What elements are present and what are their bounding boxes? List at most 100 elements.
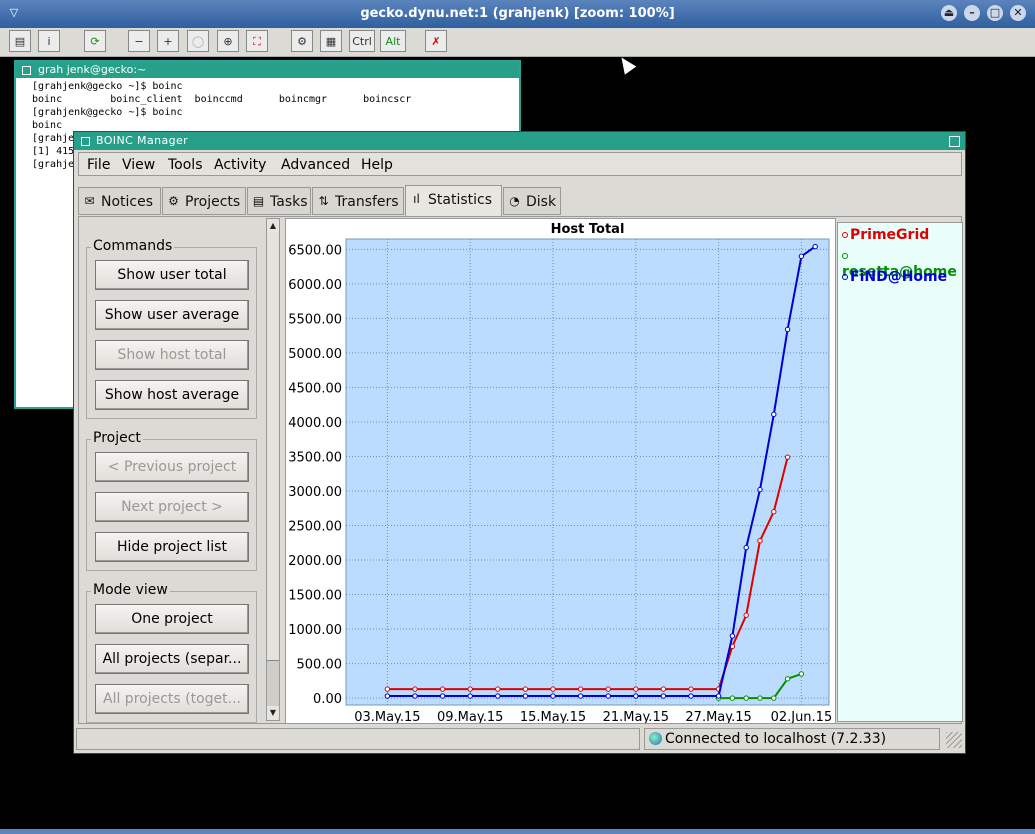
- show-user-average-button[interactable]: Show user average: [95, 300, 249, 330]
- data-point: [784, 326, 791, 333]
- close-icon[interactable]: ✕: [1010, 5, 1026, 21]
- data-point: [633, 686, 639, 692]
- status-bar: Connected to localhost (7.2.33): [76, 728, 964, 752]
- info-icon[interactable]: i: [38, 30, 60, 52]
- menu-file[interactable]: File: [87, 157, 110, 173]
- terminal-line: [grahjenk@gecko ~]$ boinc: [32, 107, 183, 118]
- one-project-button[interactable]: One project: [95, 604, 249, 634]
- zoom-out-icon[interactable]: −: [128, 30, 150, 52]
- all-projects-together-button[interactable]: All projects (toget...: [95, 684, 249, 714]
- data-point: [577, 693, 584, 699]
- all-projects-separate-button[interactable]: All projects (separ...: [95, 644, 249, 674]
- next-project-button[interactable]: Next project >: [95, 492, 249, 522]
- refresh-icon[interactable]: ⟳: [84, 30, 106, 52]
- tab-label: Tasks: [270, 194, 308, 210]
- legend-marker: [842, 253, 848, 259]
- data-point: [688, 693, 694, 699]
- connection-status: Connected to localhost (7.2.33): [644, 728, 940, 750]
- y-tick-label: 4000.00: [288, 416, 342, 431]
- tab-disk[interactable]: ◔ Disk: [503, 187, 561, 215]
- data-point: [757, 486, 763, 493]
- data-point: [439, 686, 446, 692]
- maximize-icon[interactable]: □: [987, 5, 1003, 21]
- tab-tasks[interactable]: ▤ Tasks: [247, 187, 311, 215]
- data-point: [729, 633, 736, 639]
- bar-chart-icon: ıl: [413, 192, 420, 206]
- clipboard-icon[interactable]: ▤: [9, 30, 31, 52]
- alt-key-button[interactable]: Alt: [380, 30, 406, 52]
- menu-advanced[interactable]: Advanced: [281, 157, 350, 173]
- zoom-in-icon[interactable]: +: [157, 30, 179, 52]
- x-tick-label: 09.May.15: [437, 710, 503, 723]
- zoom-reset-icon[interactable]: ◯: [187, 30, 209, 52]
- menu-tools[interactable]: Tools: [168, 157, 203, 173]
- data-point: [715, 693, 722, 699]
- options-icon[interactable]: ⚙: [291, 30, 313, 52]
- project-group: Project < Previous project Next project …: [86, 430, 257, 571]
- legend-item-primegrid[interactable]: PrimeGrid: [842, 227, 929, 243]
- boinc-title-bar[interactable]: BOINC Manager: [74, 132, 965, 150]
- tab-statistics[interactable]: ıl Statistics: [405, 185, 502, 216]
- data-point: [605, 686, 611, 692]
- chart-legend: PrimeGrid rosetta@home FiND@Home: [837, 222, 963, 722]
- menu-view[interactable]: View: [122, 157, 155, 173]
- data-point: [577, 686, 584, 692]
- data-point: [495, 686, 501, 692]
- envelope-icon: ✉: [84, 194, 95, 208]
- vnc-bottom-border: [0, 829, 1035, 834]
- menu-bar: File View Tools Activity Advanced Help: [78, 152, 962, 176]
- show-user-total-button[interactable]: Show user total: [95, 260, 249, 290]
- data-point: [412, 693, 418, 699]
- hide-project-list-button[interactable]: Hide project list: [95, 532, 249, 562]
- fullscreen-icon[interactable]: ⛶: [246, 30, 268, 52]
- x-tick-label: 15.May.15: [520, 710, 586, 723]
- show-host-total-button[interactable]: Show host total: [95, 340, 249, 370]
- y-tick-label: 0.00: [313, 692, 342, 707]
- document-icon: ▤: [252, 194, 265, 208]
- mode-view-label: Mode view: [91, 582, 170, 598]
- tab-notices[interactable]: ✉ Notices: [78, 187, 161, 215]
- scroll-up-icon[interactable]: ▲: [267, 219, 279, 233]
- ctrl-key-button[interactable]: Ctrl: [349, 30, 375, 52]
- legend-item-find[interactable]: FiND@Home: [842, 269, 947, 285]
- x-tick-label: 21.May.15: [603, 710, 669, 723]
- maximize-icon[interactable]: [949, 136, 960, 147]
- tab-transfers[interactable]: ⇅ Transfers: [312, 187, 404, 215]
- scroll-thumb[interactable]: [267, 233, 279, 661]
- y-tick-label: 6500.00: [288, 243, 342, 258]
- y-tick-label: 5500.00: [288, 312, 342, 327]
- disconnect-icon[interactable]: ✗: [425, 30, 447, 52]
- resize-grip-icon[interactable]: [946, 732, 962, 748]
- terminal-line: [grahjenk@gecko ~]$ boinc: [32, 81, 183, 92]
- y-tick-label: 1500.00: [288, 589, 342, 604]
- disk-icon: ◔: [509, 194, 520, 208]
- vnc-toolbar: ▤ i ⟳ − + ◯ ⊕ ⛶ ⚙ ▦ Ctrl Alt ✗: [0, 28, 1035, 57]
- tab-bar: ✉ Notices ⚙ Projects ▤ Tasks ⇅ Transfers ıl S…: [78, 185, 958, 216]
- data-point: [384, 686, 391, 692]
- minimize-icon[interactable]: –: [964, 5, 980, 21]
- data-point: [771, 411, 777, 418]
- data-point: [757, 537, 763, 544]
- data-point: [798, 253, 805, 259]
- zoom-auto-icon[interactable]: ⊕: [217, 30, 239, 52]
- data-point: [550, 693, 556, 699]
- vnc-title: gecko.dynu.net:1 (grahjenk) [zoom: 100%]: [360, 6, 675, 21]
- menu-help[interactable]: Help: [361, 157, 393, 173]
- y-tick-label: 2500.00: [288, 520, 342, 535]
- vnc-title-bar: ▽ gecko.dynu.net:1 (grahjenk) [zoom: 100…: [0, 0, 1035, 28]
- send-keys-icon[interactable]: ▦: [320, 30, 342, 52]
- scroll-down-icon[interactable]: ▼: [267, 706, 279, 720]
- previous-project-button[interactable]: < Previous project: [95, 452, 249, 482]
- tab-projects[interactable]: ⚙ Projects: [162, 187, 246, 215]
- host-total-chart: Host Total 0.00 500.00 1000.00 1500.00 2000.0…: [285, 218, 836, 725]
- y-tick-label: 500.00: [297, 658, 343, 673]
- menu-activity[interactable]: Activity: [214, 157, 266, 173]
- show-host-average-button[interactable]: Show host average: [95, 380, 249, 410]
- y-tick-label: 4500.00: [288, 381, 342, 396]
- transfer-icon: ⇅: [318, 194, 329, 208]
- left-panel-scrollbar[interactable]: ▲ ▼: [266, 218, 280, 721]
- tab-label: Projects: [185, 194, 241, 210]
- mode-view-group: Mode view One project All projects (sepa…: [86, 582, 257, 723]
- shade-icon[interactable]: ⏏: [941, 5, 957, 21]
- legend-marker: [842, 232, 848, 238]
